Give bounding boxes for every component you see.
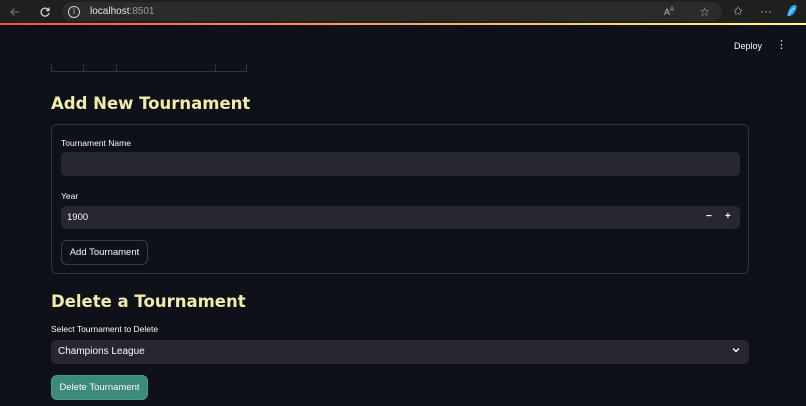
year-label: Year: [61, 191, 79, 201]
table-bottom-edge: [51, 64, 247, 72]
back-arrow-icon[interactable]: [4, 1, 26, 23]
site-info-icon[interactable]: i: [68, 5, 80, 18]
more-options-icon[interactable]: ···: [760, 4, 772, 18]
selected-tournament: Champions League: [58, 346, 145, 357]
deploy-button[interactable]: Deploy: [730, 40, 766, 52]
read-aloud-icon[interactable]: AA: [664, 7, 674, 17]
url-host: localhost: [90, 6, 130, 17]
year-value: 1900: [67, 212, 89, 223]
add-tournament-button[interactable]: Add Tournament: [61, 240, 148, 265]
chevron-down-icon: [731, 345, 741, 358]
url-port: :8501: [129, 6, 155, 17]
add-tournament-form: Tournament Name Year 1900 − + Add Tourna…: [51, 124, 749, 274]
year-increment-button[interactable]: +: [725, 211, 731, 222]
delete-tournament-heading: Delete a Tournament: [51, 292, 246, 311]
reload-icon[interactable]: [34, 1, 56, 23]
favorites-icon[interactable]: ✩: [733, 4, 743, 18]
browser-toolbar: i localhost :8501 AA ☆ ✩ ···: [0, 0, 806, 23]
favorite-star-icon[interactable]: ☆: [699, 5, 710, 19]
main-menu-icon[interactable]: ⋮: [776, 38, 787, 51]
app-header-decoration: [0, 23, 806, 25]
tournament-select[interactable]: Champions League: [51, 340, 749, 364]
add-tournament-heading: Add New Tournament: [51, 94, 251, 113]
year-decrement-button[interactable]: −: [706, 211, 712, 222]
address-bar[interactable]: i localhost :8501 AA ☆: [62, 2, 722, 21]
select-tournament-label: Select Tournament to Delete: [51, 324, 159, 334]
delete-tournament-button[interactable]: Delete Tournament: [51, 375, 148, 400]
tournament-name-label: Tournament Name: [61, 138, 131, 148]
copilot-icon[interactable]: [784, 3, 800, 22]
year-number-input[interactable]: 1900 − +: [61, 206, 740, 229]
tournament-name-input[interactable]: [61, 152, 740, 176]
